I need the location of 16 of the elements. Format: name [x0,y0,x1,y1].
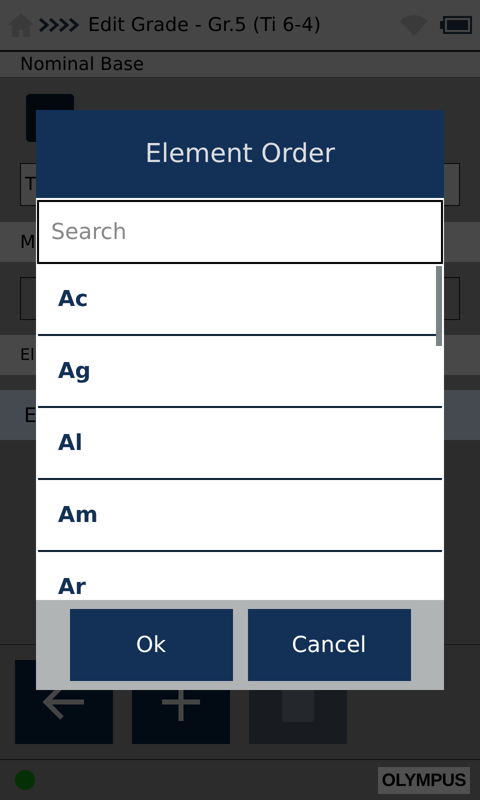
dialog-title: Element Order [145,138,335,170]
ok-button[interactable]: Ok [70,609,232,681]
brand-logo: OLYMPUS [378,766,470,794]
search-field[interactable]: Search [37,200,443,264]
status-light-icon [15,770,35,790]
field-label: M [20,230,36,254]
field-label: El [20,344,35,366]
element-list-item[interactable]: Am [38,480,442,552]
cancel-button[interactable]: Cancel [248,609,410,681]
element-list-item[interactable]: Ag [38,336,442,408]
element-list-item[interactable]: Al [38,408,442,480]
section-title: E [24,402,37,429]
battery-icon [440,16,472,34]
scrollbar[interactable] [436,266,442,346]
section-heading: Nominal Base [20,54,144,76]
screen-title: Edit Grade - Gr.5 (Ti 6-4) [88,12,321,38]
